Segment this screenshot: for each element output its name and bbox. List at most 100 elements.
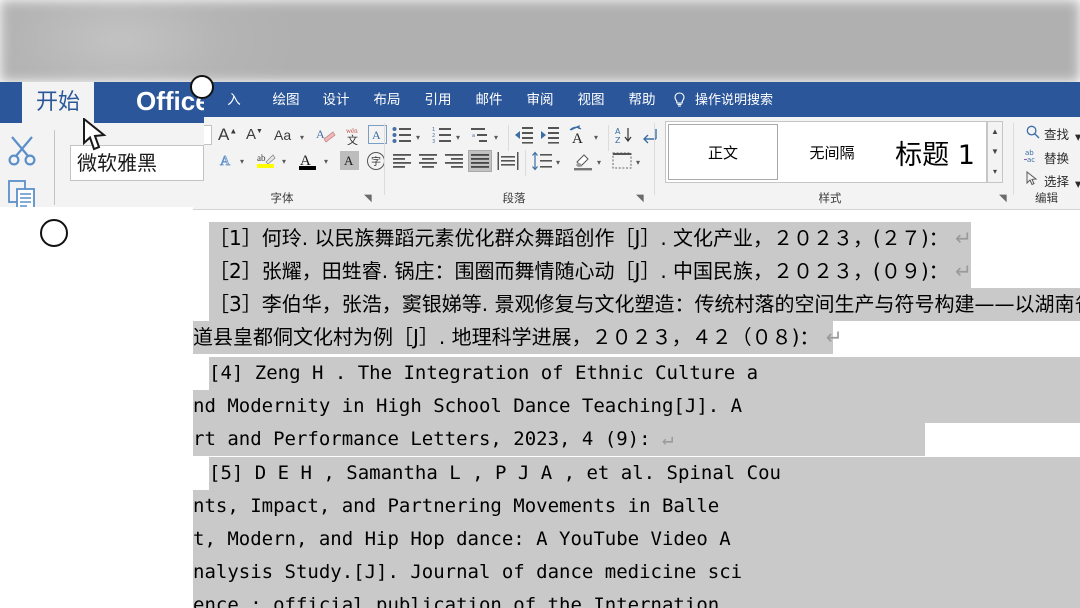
cut-scissors-icon[interactable] <box>6 134 38 166</box>
character-shading-icon[interactable]: A <box>340 151 359 170</box>
ref-4-line-1[interactable]: [4] Zeng H . The Integration of Ethnic C… <box>209 357 1080 390</box>
show-formatting-marks-icon[interactable] <box>640 125 658 150</box>
ref-5-line-4-text: nalysis Study.[J]. Journal of dance medi… <box>193 561 743 583</box>
style-normal[interactable]: 正文 <box>668 124 778 180</box>
gallery-scroll-up[interactable]: ▲ <box>988 122 1002 141</box>
ref-5-line-1-text: [5] D E H , Samantha L , P J A , et al. … <box>209 462 781 484</box>
distribute-icon[interactable] <box>497 151 519 176</box>
ref-3-line-1[interactable]: ［3］李伯华，张浩，窦银娣等. 景观修复与文化塑造：传统村落的空间生产与符号构建… <box>209 288 1080 321</box>
clear-formatting-icon[interactable]: A <box>316 126 336 149</box>
ref-5-line-2[interactable]: nts, Impact, and Partnering Movements in… <box>193 490 1080 523</box>
chevron-down-icon[interactable]: ▾ <box>300 133 304 142</box>
svg-text:A: A <box>220 154 231 169</box>
ref-2-line-1[interactable]: ［2］张耀，田甡睿. 锅庄：围圈而舞情随心动［J］. 中国民族，２０２３，(０９… <box>209 255 972 288</box>
text-effects-icon[interactable]: A <box>218 151 236 174</box>
tab-layout[interactable]: 布局 <box>366 82 408 117</box>
select-pointer-icon[interactable] <box>1026 171 1039 186</box>
ref-5-line-1[interactable]: [5] D E H , Samantha L , P J A , et al. … <box>209 457 1080 490</box>
align-right-icon[interactable] <box>444 153 464 174</box>
shading-icon[interactable] <box>572 151 594 176</box>
chevron-down-icon[interactable]: ▾ <box>416 133 420 142</box>
styles-dialog-launcher[interactable]: ◥ <box>999 194 1009 204</box>
ref-5-line-2-text: nts, Impact, and Partnering Movements in… <box>193 495 720 517</box>
grow-font-icon[interactable]: A▲ <box>218 125 237 145</box>
tab-mailings[interactable]: 邮件 <box>468 82 510 117</box>
change-case-icon[interactable]: Aa <box>274 127 291 143</box>
styles-gallery-scrollbar[interactable]: ▲ ▼ ▾ <box>987 121 1003 183</box>
tab-review[interactable]: 审阅 <box>519 82 561 117</box>
find-button[interactable]: 查找 <box>1044 124 1069 143</box>
tab-insert[interactable]: 入 <box>215 82 253 117</box>
search-icon[interactable] <box>1026 125 1040 139</box>
chevron-down-icon[interactable]: ▾ <box>240 157 244 166</box>
svg-text:A: A <box>344 153 354 168</box>
chevron-down-icon[interactable]: ▾ <box>282 157 286 166</box>
marker-bottom <box>40 219 68 247</box>
increase-indent-icon[interactable] <box>540 126 559 149</box>
align-left-icon[interactable] <box>392 153 412 174</box>
ref-3-line-2[interactable]: 道县皇都侗文化村为例［J］. 地理科学进展，２０２３，４２（０８)： ↵ <box>193 321 843 354</box>
shrink-font-icon[interactable]: A▼ <box>246 126 263 143</box>
sort-icon[interactable]: A Z <box>614 125 634 150</box>
divider <box>1013 123 1014 195</box>
chevron-down-icon[interactable]: ▾ <box>594 133 598 142</box>
tab-draw[interactable]: 绘图 <box>265 82 307 117</box>
ref-4-line-2-text: nd Modernity in High School Dance Teachi… <box>193 395 743 417</box>
chevron-down-icon[interactable]: ▾ <box>1075 129 1080 144</box>
bullets-icon[interactable] <box>392 126 412 149</box>
borders-icon[interactable] <box>612 152 632 175</box>
chevron-down-icon[interactable]: ▾ <box>556 158 560 167</box>
chevron-down-icon[interactable]: ▾ <box>494 133 498 142</box>
divider <box>508 125 509 151</box>
ref-3-line-2-text: 道县皇都侗文化村为例［J］. 地理科学进展，２０２３，４２（０８)： <box>193 325 820 349</box>
enclose-characters-icon[interactable]: 字 <box>366 151 386 176</box>
tab-help[interactable]: 帮助 <box>621 82 663 117</box>
tell-me-search[interactable]: 操作说明搜索 <box>695 82 773 117</box>
replace-abac-icon[interactable]: ab ac <box>1024 148 1041 163</box>
phonetic-guide-icon[interactable]: wén 文 <box>344 125 362 150</box>
select-button[interactable]: 选择 <box>1044 171 1069 190</box>
paragraph-dialog-launcher[interactable]: ◥ <box>636 194 646 204</box>
font-group-label: 字体 <box>270 193 294 205</box>
document-page[interactable]: ［1］何玲. 以民族舞蹈元素优化群众舞蹈创作［J］. 文化产业，２０２３，(２７… <box>193 210 1080 608</box>
ref-4-line-3[interactable]: rt and Performance Letters, 2023, 4 (9):… <box>193 423 925 456</box>
divider <box>654 123 655 195</box>
ref-4-line-2[interactable]: nd Modernity in High School Dance Teachi… <box>193 390 1080 423</box>
paragraph-group-label: 段落 <box>502 193 526 205</box>
decrease-indent-icon[interactable] <box>514 126 533 149</box>
align-center-icon[interactable] <box>418 153 438 174</box>
tab-view[interactable]: 视图 <box>570 82 612 117</box>
magnified-ribbon-overlay: 开始 Office 微软雅黑 <box>0 82 204 207</box>
ref-5-line-5[interactable]: ence : official publication of the Inter… <box>193 589 1080 608</box>
line-spacing-icon[interactable] <box>531 151 553 176</box>
divider <box>608 125 609 151</box>
ref-5-line-3[interactable]: t, Modern, and Hip Hop dance: A YouTube … <box>193 523 1080 556</box>
asian-layout-icon[interactable]: A <box>568 125 590 150</box>
numbering-icon[interactable]: 1 2 3 <box>432 126 452 149</box>
multilevel-list-icon[interactable]: a <box>470 126 490 149</box>
justify-icon[interactable] <box>468 150 492 172</box>
tab-references[interactable]: 引用 <box>417 82 459 117</box>
chevron-down-icon[interactable]: ▾ <box>456 133 460 142</box>
gallery-more-styles[interactable]: ▾ <box>988 162 1002 181</box>
lightbulb-icon[interactable] <box>673 92 686 108</box>
replace-button[interactable]: 替换 <box>1044 148 1069 167</box>
chevron-down-icon[interactable]: ▾ <box>597 158 601 167</box>
text-highlight-color-icon[interactable]: ab <box>256 150 278 177</box>
gallery-scroll-down[interactable]: ▼ <box>988 142 1002 161</box>
style-no-spacing[interactable]: 无间隔 <box>780 124 884 180</box>
styles-gallery[interactable]: 正文 无间隔 标题 1 <box>665 121 987 183</box>
left-margin-area <box>0 207 193 608</box>
copy-icon[interactable] <box>8 180 36 207</box>
chevron-down-icon[interactable]: ▾ <box>1075 176 1080 191</box>
font-dialog-launcher[interactable]: ◥ <box>364 194 374 204</box>
ref-5-line-4[interactable]: nalysis Study.[J]. Journal of dance medi… <box>193 556 1080 589</box>
chevron-down-icon[interactable]: ▾ <box>636 158 640 167</box>
tab-design[interactable]: 设计 <box>315 82 357 117</box>
ref-1-line-1[interactable]: ［1］何玲. 以民族舞蹈元素优化群众舞蹈创作［J］. 文化产业，２０２３，(２７… <box>209 222 972 255</box>
editing-group-label: 编辑 <box>1035 193 1058 205</box>
style-heading-1[interactable]: 标题 1 <box>884 124 986 180</box>
chevron-down-icon[interactable]: ▾ <box>324 157 328 166</box>
overlay-home-tab-label[interactable]: 开始 <box>22 82 94 123</box>
font-color-icon[interactable]: A <box>298 150 318 177</box>
